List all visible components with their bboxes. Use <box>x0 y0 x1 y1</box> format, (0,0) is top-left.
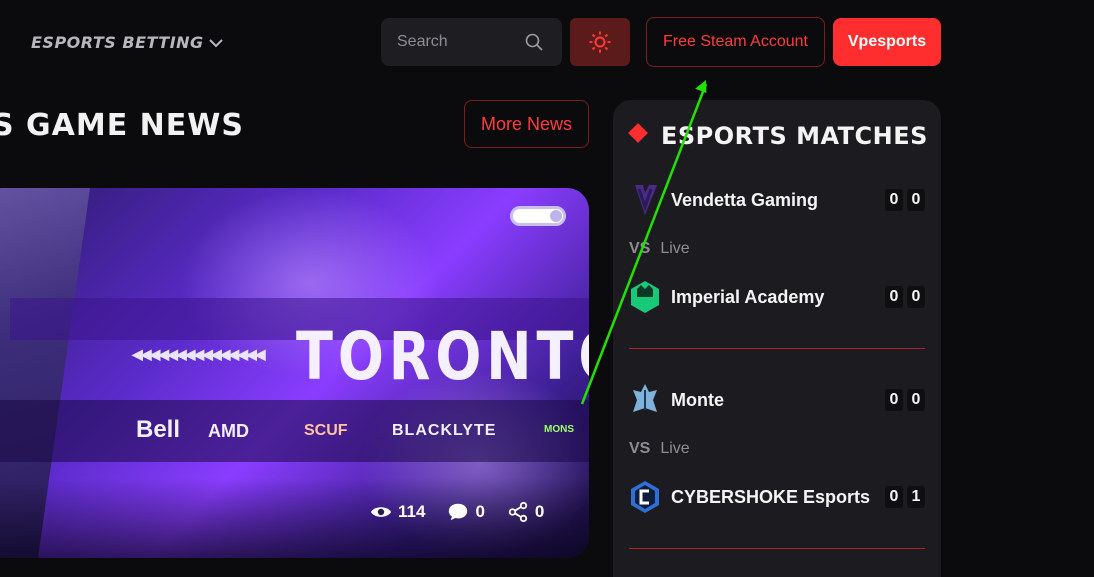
share-stat[interactable]: 0 <box>507 501 544 523</box>
match-team-row[interactable]: Vendetta Gaming 0 0 <box>629 182 925 218</box>
sponsor-monster: MONS <box>544 424 574 435</box>
match-divider <box>629 548 925 549</box>
vs-label: VS <box>629 240 651 257</box>
team-name: Vendetta Gaming <box>671 189 819 210</box>
score-value: 1 <box>907 486 925 508</box>
team-score: 0 0 <box>885 189 925 211</box>
score-value: 0 <box>907 286 925 308</box>
sun-icon <box>589 31 611 53</box>
match-team-row[interactable]: Monte 0 0 <box>629 382 925 418</box>
share-count: 0 <box>534 502 545 521</box>
imperial-logo-icon <box>629 279 661 315</box>
team-name: Imperial Academy <box>671 286 825 307</box>
esports-matches-panel: ESPORTS MATCHES Vendetta Gaming 0 0 VS L… <box>613 100 941 577</box>
score-value: 0 <box>907 189 925 211</box>
comments-stat[interactable]: 0 <box>447 501 485 523</box>
match-status: VS Live <box>629 440 690 458</box>
search-icon[interactable] <box>524 32 544 52</box>
vs-label: VS <box>629 440 651 457</box>
live-label: Live <box>660 440 690 457</box>
team-name: CYBERSHOKE Esports <box>671 486 871 507</box>
diamond-icon <box>628 123 648 143</box>
sponsor-blacklyte: BLACKLYTE <box>392 422 497 439</box>
live-label: Live <box>660 240 690 257</box>
sponsor-scuf: SCUF <box>304 422 348 439</box>
comments-count: 0 <box>475 502 485 521</box>
card-toggle[interactable] <box>510 206 566 226</box>
monte-logo-icon <box>629 382 661 418</box>
cybershoke-logo-icon <box>629 479 661 515</box>
esports-betting-menu[interactable]: ESPORTS BETTING <box>31 33 224 52</box>
free-steam-account-button[interactable]: Free Steam Account <box>646 17 825 67</box>
team-score: 0 0 <box>885 286 925 308</box>
news-card[interactable]: ◀◀◀◀◀◀◀◀◀◀◀◀◀◀◀ TORONTO KO Bell AMD SCUF… <box>0 188 589 558</box>
eye-icon <box>370 507 392 517</box>
team-score: 0 0 <box>885 389 925 411</box>
match-team-row[interactable]: CYBERSHOKE Esports 0 1 <box>629 479 925 515</box>
search-input[interactable] <box>397 33 517 51</box>
match-divider <box>629 348 925 349</box>
sponsor-strip <box>0 400 589 462</box>
share-icon <box>508 501 528 523</box>
arrow-strip: ◀◀◀◀◀◀◀◀◀◀◀◀◀◀◀ <box>132 346 265 362</box>
more-news-button[interactable]: More News <box>464 100 589 148</box>
comment-icon <box>449 503 468 521</box>
views-stat: 114 <box>370 501 425 523</box>
sponsor-bell: Bell <box>136 416 181 443</box>
views-count: 114 <box>398 502 426 521</box>
team-score: 0 1 <box>885 486 925 508</box>
score-value: 0 <box>885 389 903 411</box>
match-team-row[interactable]: Imperial Academy 0 0 <box>629 279 925 315</box>
card-stats: 114 0 0 <box>348 490 568 534</box>
score-value: 0 <box>885 189 903 211</box>
vendetta-logo-icon <box>629 182 661 218</box>
esports-betting-label: ESPORTS BETTING <box>31 33 204 52</box>
news-section-title: S GAME NEWS <box>0 108 244 143</box>
theme-toggle-button[interactable] <box>570 18 630 66</box>
score-value: 0 <box>885 286 903 308</box>
matches-title: ESPORTS MATCHES <box>661 122 928 150</box>
team-name: Monte <box>671 389 724 410</box>
sponsor-amd: AMD <box>208 421 249 441</box>
search-box <box>381 18 562 66</box>
score-value: 0 <box>885 486 903 508</box>
chevron-down-icon <box>208 38 223 47</box>
vpesports-button[interactable]: Vpesports <box>833 18 941 66</box>
card-headline-image-text: TORONTO KO <box>296 318 589 395</box>
match-status: VS Live <box>629 240 690 258</box>
score-value: 0 <box>907 389 925 411</box>
